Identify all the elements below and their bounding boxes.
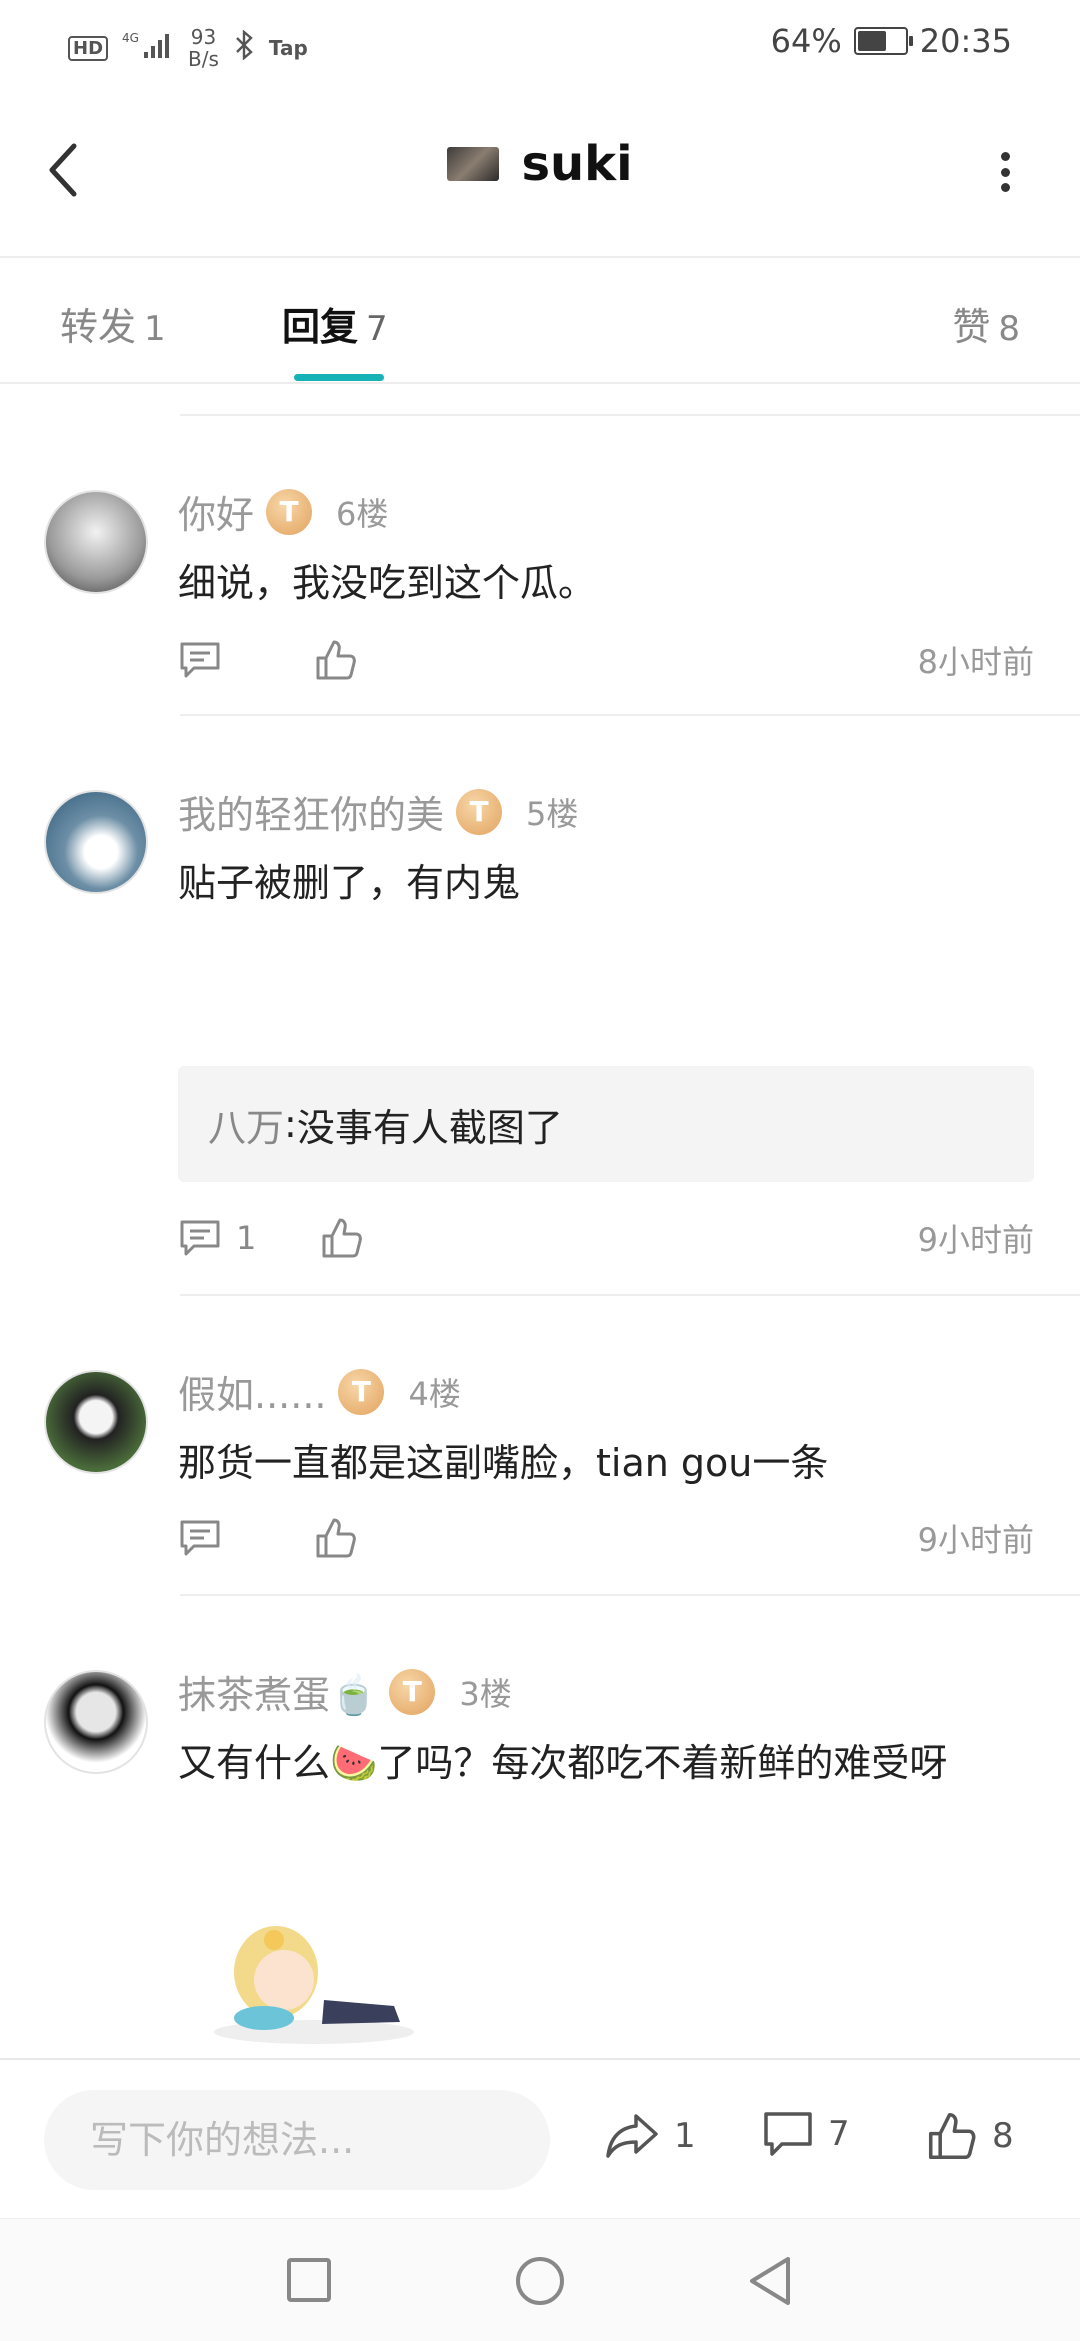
share-button[interactable]: 1	[604, 2110, 696, 2162]
timestamp: 9小时前	[917, 1521, 1034, 1559]
comment-button[interactable]: 7	[762, 2110, 850, 2158]
system-nav-bar	[0, 2218, 1080, 2341]
like-button[interactable]	[314, 638, 358, 682]
reply-separator: :	[284, 1102, 297, 1146]
page-title: suki	[521, 136, 633, 192]
reply-button[interactable]	[178, 1518, 222, 1558]
like-button[interactable]	[314, 1516, 358, 1560]
level-badge: T	[266, 488, 313, 535]
comment-actions: 9小时前	[178, 1510, 1034, 1566]
reply-button[interactable]: 1	[178, 1218, 256, 1258]
clock: 20:35	[919, 22, 1012, 60]
like-button[interactable]: 8	[926, 2110, 1014, 2162]
reply-author: 八万	[208, 1105, 285, 1150]
comment-header: 你好 T 6楼	[178, 484, 388, 539]
like-button[interactable]	[320, 1216, 364, 1260]
network-speed: 93 B/s	[188, 25, 219, 71]
share-count: 1	[674, 2116, 696, 2156]
comment-header: 抹茶煮蛋🍵 T 3楼	[178, 1664, 512, 1719]
more-vertical-icon[interactable]	[998, 152, 1012, 192]
timestamp: 9小时前	[917, 1221, 1034, 1259]
username[interactable]: 我的轻狂你的美	[178, 784, 444, 839]
divider	[180, 414, 1080, 416]
title-area: suki	[0, 136, 1080, 192]
floor-number: 6楼	[336, 494, 389, 533]
comment-icon	[180, 1520, 220, 1556]
signal-icon: 4G	[122, 30, 174, 66]
timestamp: 8小时前	[917, 643, 1034, 681]
user-avatar[interactable]	[447, 147, 500, 181]
username[interactable]: 假如......	[178, 1364, 326, 1419]
bottom-action-bar: 1 7 8	[0, 2058, 1080, 2220]
reply-text: 没事有人截图了	[296, 1105, 563, 1150]
tab-bar: 转发 1 回复 7 赞8	[0, 258, 1080, 384]
comment-text: 那货一直都是这副嘴脸，tian gou一条	[178, 1441, 829, 1485]
level-badge: T	[456, 788, 503, 835]
status-left: HD 4G 93 B/s Tap	[68, 26, 308, 70]
thumbs-up-icon	[928, 2112, 976, 2160]
comment-icon	[180, 642, 220, 678]
floor-number: 4楼	[408, 1374, 461, 1413]
thumbs-up-icon	[316, 640, 356, 680]
level-badge: T	[338, 1368, 385, 1415]
comment-input[interactable]	[44, 2090, 550, 2190]
avatar[interactable]	[44, 1670, 148, 1774]
reply-button[interactable]	[178, 640, 222, 680]
floor-number: 5楼	[526, 794, 579, 833]
tab-likes[interactable]: 赞8	[952, 296, 1020, 351]
username[interactable]: 你好	[178, 484, 254, 539]
battery-percent: 64%	[770, 22, 842, 60]
floor-number: 3楼	[459, 1674, 512, 1713]
battery-icon	[853, 27, 913, 55]
active-tab-indicator	[294, 374, 384, 381]
tab-forward[interactable]: 转发 1	[60, 296, 166, 351]
comment-text: 又有什么🍉了吗？每次都吃不着新鲜的难受呀	[178, 1741, 948, 1785]
status-bar: HD 4G 93 B/s Tap 64% 20:35	[0, 0, 1080, 90]
app-indicator: Tap	[268, 36, 308, 60]
divider	[180, 714, 1080, 716]
back-icon[interactable]	[746, 2255, 794, 2311]
hd-badge: HD	[68, 35, 109, 61]
comment-text: 贴子被删了，有内鬼	[178, 861, 521, 905]
home-icon[interactable]	[514, 2255, 566, 2311]
comment-header: 我的轻狂你的美 T 5楼	[178, 784, 578, 839]
comment-count: 7	[828, 2114, 850, 2154]
comment-icon	[180, 1220, 220, 1256]
reply-preview[interactable]: 八万 : 没事有人截图了	[178, 1066, 1034, 1182]
top-header: suki	[0, 90, 1080, 258]
divider	[180, 1594, 1080, 1596]
reply-count: 1	[236, 1219, 257, 1257]
divider	[180, 1294, 1080, 1296]
comment-icon	[764, 2112, 812, 2156]
bluetooth-icon	[233, 29, 255, 66]
thumbs-up-icon	[322, 1218, 363, 1258]
username[interactable]: 抹茶煮蛋🍵	[178, 1664, 377, 1719]
avatar[interactable]	[44, 490, 148, 594]
avatar[interactable]	[44, 790, 148, 894]
thumbs-up-icon	[316, 1518, 356, 1558]
comment-text: 细说，我没吃到这个瓜。	[178, 561, 597, 605]
sticker-image	[204, 1910, 424, 2050]
comment-actions: 8小时前	[178, 632, 1034, 688]
level-badge: T	[389, 1668, 436, 1715]
share-icon	[606, 2114, 658, 2158]
comment-actions: 1 9小时前	[178, 1210, 1034, 1266]
svg-text:4G: 4G	[122, 31, 139, 45]
status-right: 64% 20:35	[771, 22, 1012, 60]
recent-apps-icon[interactable]	[286, 2257, 332, 2307]
comment-header: 假如...... T 4楼	[178, 1364, 461, 1419]
avatar[interactable]	[44, 1370, 148, 1474]
like-count: 8	[992, 2116, 1014, 2156]
tab-replies[interactable]: 回复 7	[282, 296, 388, 351]
